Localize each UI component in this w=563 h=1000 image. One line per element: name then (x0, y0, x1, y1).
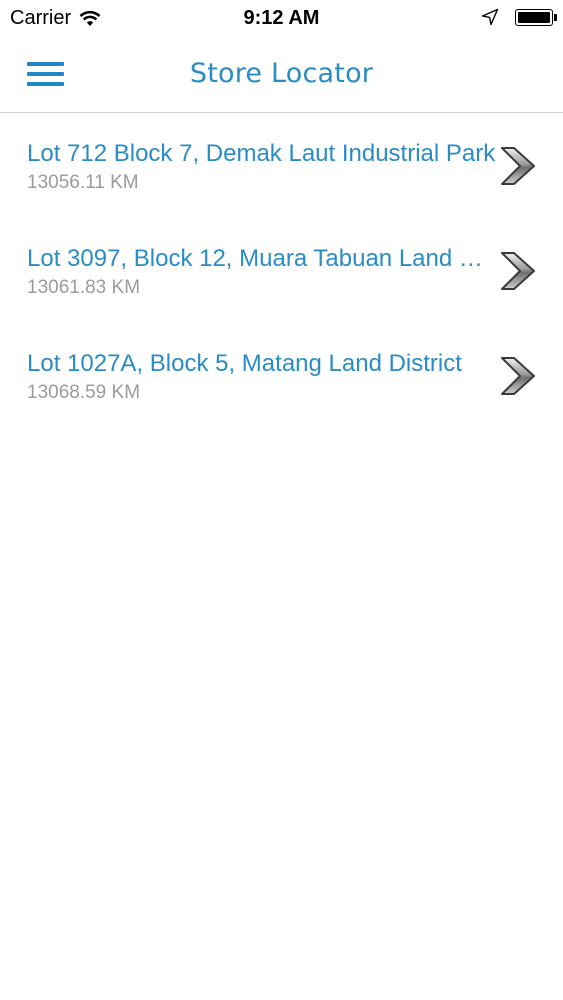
app-screen: Carrier 9:12 AM Store Locator Lot 712 Bl… (0, 0, 563, 1000)
page-title: Store Locator (189, 58, 374, 89)
chevron-right-icon[interactable] (500, 146, 538, 186)
store-list-item[interactable]: Lot 3097, Block 12, Muara Tabuan Land Di… (0, 219, 563, 324)
chevron-right-icon[interactable] (500, 356, 538, 396)
battery-icon (515, 8, 557, 26)
nav-bar: Store Locator (0, 40, 563, 113)
status-right (481, 8, 557, 26)
store-list-item[interactable]: Lot 1027A, Block 5, Matang Land District… (0, 324, 563, 429)
store-name: Lot 1027A, Block 5, Matang Land District (27, 350, 462, 377)
store-name: Lot 3097, Block 12, Muara Tabuan Land Di… (27, 245, 499, 272)
store-distance: 13068.59 KM (27, 382, 141, 403)
store-distance: 13061.83 KM (27, 277, 141, 298)
store-list: Lot 712 Block 7, Demak Laut Industrial P… (0, 114, 563, 429)
store-distance: 13056.11 KM (27, 172, 139, 193)
location-arrow-icon (481, 8, 499, 26)
store-list-item[interactable]: Lot 712 Block 7, Demak Laut Industrial P… (0, 114, 563, 219)
chevron-right-icon[interactable] (500, 251, 538, 291)
status-bar: Carrier 9:12 AM (0, 0, 563, 40)
store-name: Lot 712 Block 7, Demak Laut Industrial P… (27, 140, 496, 167)
status-time: 9:12 AM (243, 7, 320, 29)
